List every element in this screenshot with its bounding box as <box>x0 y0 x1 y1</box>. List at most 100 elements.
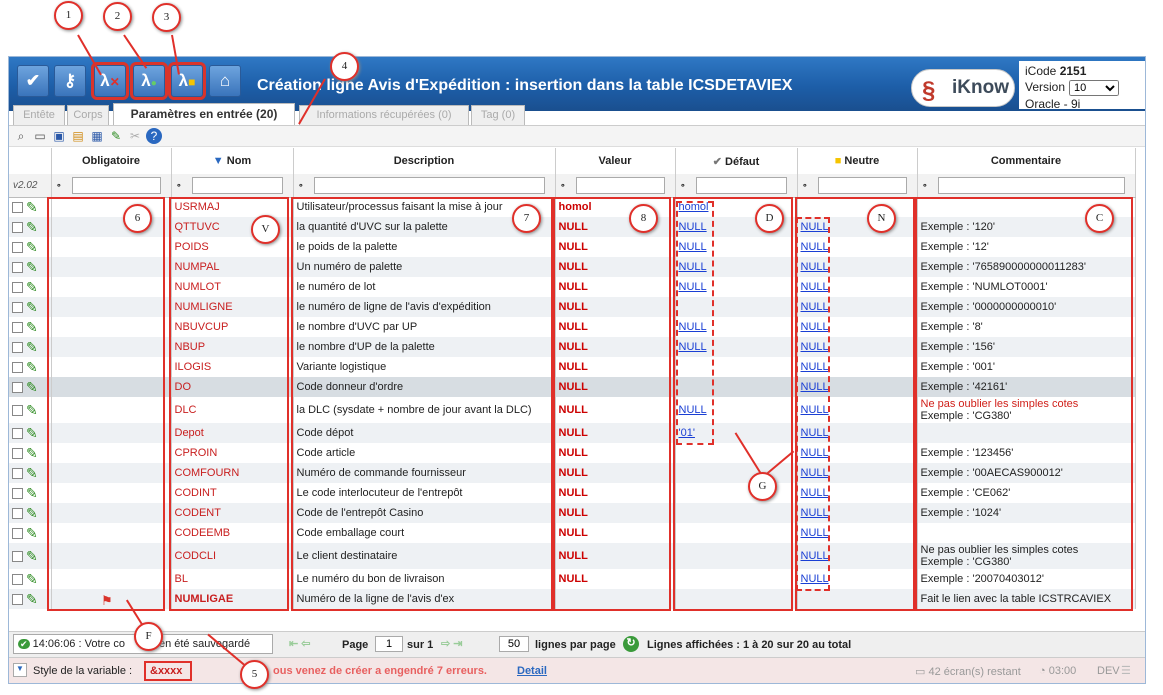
cell-valeur[interactable]: NULL <box>555 543 676 569</box>
cell-defaut[interactable] <box>675 483 798 503</box>
col-obligatoire[interactable]: Obligatoire <box>51 148 172 174</box>
edit-pencil-icon[interactable]: ✎ <box>26 319 38 336</box>
filter-nom[interactable]: ⚬ <box>171 174 294 198</box>
edit-pencil-icon[interactable]: ✎ <box>26 379 38 396</box>
cell-valeur[interactable] <box>555 589 676 609</box>
row-actions[interactable]: ✎ <box>9 503 52 523</box>
row-checkbox[interactable] <box>12 573 23 585</box>
filter-defaut[interactable]: ⚬ <box>675 174 798 198</box>
page-input[interactable] <box>375 636 403 652</box>
cell-valeur[interactable]: NULL <box>555 397 676 423</box>
row-actions[interactable]: ✎ <box>9 463 52 483</box>
edit-pencil-icon[interactable]: ✎ <box>26 591 38 608</box>
cell-valeur[interactable]: NULL <box>555 237 676 257</box>
cell-defaut[interactable] <box>675 463 798 483</box>
row-actions[interactable]: ✎ <box>9 543 52 569</box>
scissors-icon[interactable]: ✂ <box>127 128 143 144</box>
filter-neutre[interactable]: ⚬ <box>797 174 918 198</box>
row-checkbox[interactable] <box>12 593 23 605</box>
lambda-neutral-icon[interactable]: λ■ <box>168 62 206 100</box>
table-row[interactable]: ✎ DLC la DLC (sysdate + nombre de jour ava… <box>9 397 1136 423</box>
cell-defaut[interactable] <box>675 503 798 523</box>
row-checkbox[interactable] <box>12 507 23 519</box>
cell-neutre[interactable] <box>797 197 918 217</box>
cell-defaut[interactable] <box>675 589 798 609</box>
edit-pencil-icon[interactable]: ✎ <box>26 239 38 256</box>
cell-valeur[interactable]: NULL <box>555 337 676 357</box>
edit-pencil-icon[interactable]: ✎ <box>26 525 38 542</box>
edit-pencil-icon[interactable]: ✎ <box>26 485 38 502</box>
cell-valeur[interactable]: NULL <box>555 443 676 463</box>
table-row[interactable]: ✎ COMFOURN Numéro de commande fournisseur N… <box>9 463 1136 483</box>
edit-icon[interactable]: ✎ <box>108 128 124 144</box>
cell-valeur[interactable]: NULL <box>555 377 676 397</box>
save-icon[interactable]: ▣ <box>51 128 67 144</box>
row-checkbox[interactable] <box>12 550 23 562</box>
edit-pencil-icon[interactable]: ✎ <box>26 279 38 296</box>
row-checkbox[interactable] <box>12 201 23 213</box>
edit-pencil-icon[interactable]: ✎ <box>26 445 38 462</box>
row-actions[interactable]: ✎ <box>9 297 52 317</box>
row-actions[interactable]: ✎ <box>9 277 52 297</box>
table-row[interactable]: ✎ USRMAJ Utilisateur/processus faisant la … <box>9 197 1136 217</box>
table-row[interactable]: ✎ CODINT Le code interlocuteur de l'entrep… <box>9 483 1136 503</box>
edit-pencil-icon[interactable]: ✎ <box>26 465 38 482</box>
validate-icon[interactable]: ✔ <box>17 65 49 97</box>
table-row[interactable]: ✎ Depot Code dépot NULL '01' NULL <box>9 423 1136 443</box>
col-neutre[interactable]: ■ Neutre <box>797 148 918 174</box>
table-row[interactable]: ✎ NUMLIGNE le numéro de ligne de l'avis d'… <box>9 297 1136 317</box>
cell-neutre[interactable] <box>797 589 918 609</box>
tab-parametres[interactable]: Paramètres en entrée (20) <box>113 103 295 125</box>
copy-icon[interactable]: ▤ <box>70 128 86 144</box>
table-row[interactable]: ✎ POIDS le poids de la palette NULL NULL NULL… <box>9 237 1136 257</box>
table-row[interactable]: ✎ CODENT Code de l'entrepôt Casino NULL NULL… <box>9 503 1136 523</box>
cell-valeur[interactable]: NULL <box>555 463 676 483</box>
list-icon[interactable]: ☰ <box>1121 664 1131 677</box>
cell-valeur[interactable]: NULL <box>555 503 676 523</box>
table-row[interactable]: ✎ QTTUVC la quantité d'UVC sur la palette N… <box>9 217 1136 237</box>
edit-pencil-icon[interactable]: ✎ <box>26 571 38 588</box>
version-select[interactable]: 10 <box>1069 79 1120 96</box>
row-actions[interactable]: ✎ <box>9 197 52 217</box>
table-row[interactable]: ✎ NUMPAL Un numéro de palette NULL NULL NULL E… <box>9 257 1136 277</box>
cell-valeur[interactable]: NULL <box>555 569 676 589</box>
row-checkbox[interactable] <box>12 221 23 233</box>
row-actions[interactable]: ✎ <box>9 589 52 609</box>
row-actions[interactable]: ✎ <box>9 317 52 337</box>
row-actions[interactable]: ✎ <box>9 337 52 357</box>
col-description[interactable]: Description <box>293 148 556 174</box>
row-actions[interactable]: ✎ <box>9 483 52 503</box>
cell-valeur[interactable]: NULL <box>555 317 676 337</box>
table-row[interactable]: ✎ NUMLIGAE Numéro de la ligne de l'avis d'… <box>9 589 1136 609</box>
edit-pencil-icon[interactable]: ✎ <box>26 299 38 316</box>
cell-defaut[interactable] <box>675 523 798 543</box>
col-commentaire[interactable]: Commentaire <box>917 148 1136 174</box>
filter-description[interactable]: ⚬ <box>293 174 556 198</box>
row-actions[interactable]: ✎ <box>9 257 52 277</box>
row-actions[interactable]: ✎ <box>9 237 52 257</box>
tab-entete[interactable]: Entête <box>13 105 65 125</box>
table-row[interactable]: ✎ NBUP le nombre d'UP de la palette NULL NUL… <box>9 337 1136 357</box>
row-checkbox[interactable] <box>12 281 23 293</box>
grid-icon[interactable]: ▦ <box>89 128 105 144</box>
search-icon[interactable]: ⌕ <box>13 128 29 144</box>
row-actions[interactable]: ✎ <box>9 397 52 423</box>
first-page-icon[interactable]: ⇤ ⇦ <box>289 637 311 650</box>
home-icon[interactable]: ⌂ <box>209 65 241 97</box>
cell-defaut[interactable] <box>675 543 798 569</box>
table-row[interactable]: ✎ ILOGIS Variante logistique NULL NULL Exempl… <box>9 357 1136 377</box>
edit-pencil-icon[interactable]: ✎ <box>26 548 38 565</box>
help-icon[interactable]: ? <box>146 128 162 144</box>
col-defaut[interactable]: ✔ Défaut <box>675 148 798 174</box>
tab-informations[interactable]: Informations récupérées (0) <box>299 105 469 125</box>
edit-pencil-icon[interactable]: ✎ <box>26 219 38 236</box>
row-actions[interactable]: ✎ <box>9 523 52 543</box>
cell-valeur[interactable]: NULL <box>555 257 676 277</box>
row-checkbox[interactable] <box>12 404 23 416</box>
per-page-input[interactable] <box>499 636 529 652</box>
row-checkbox[interactable] <box>12 447 23 459</box>
cell-valeur[interactable]: NULL <box>555 357 676 377</box>
tab-tag[interactable]: Tag (0) <box>471 105 525 125</box>
cell-defaut[interactable] <box>675 443 798 463</box>
cell-valeur[interactable]: NULL <box>555 523 676 543</box>
